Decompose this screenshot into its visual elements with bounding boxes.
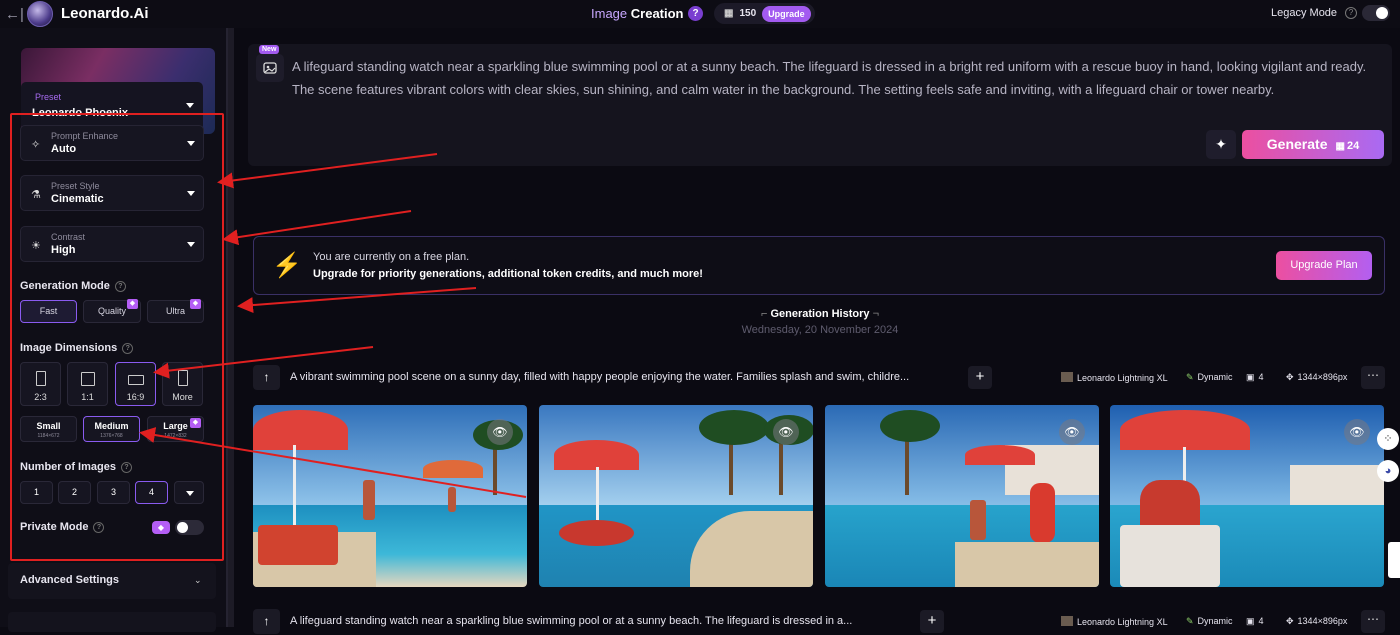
annotation-arrow (139, 427, 527, 498)
annotation-arrow (153, 346, 374, 379)
annotation-arrow (222, 210, 412, 246)
annotation-arrow (217, 153, 438, 189)
annotation-arrow (237, 287, 477, 314)
annotation-arrows (139, 153, 527, 498)
